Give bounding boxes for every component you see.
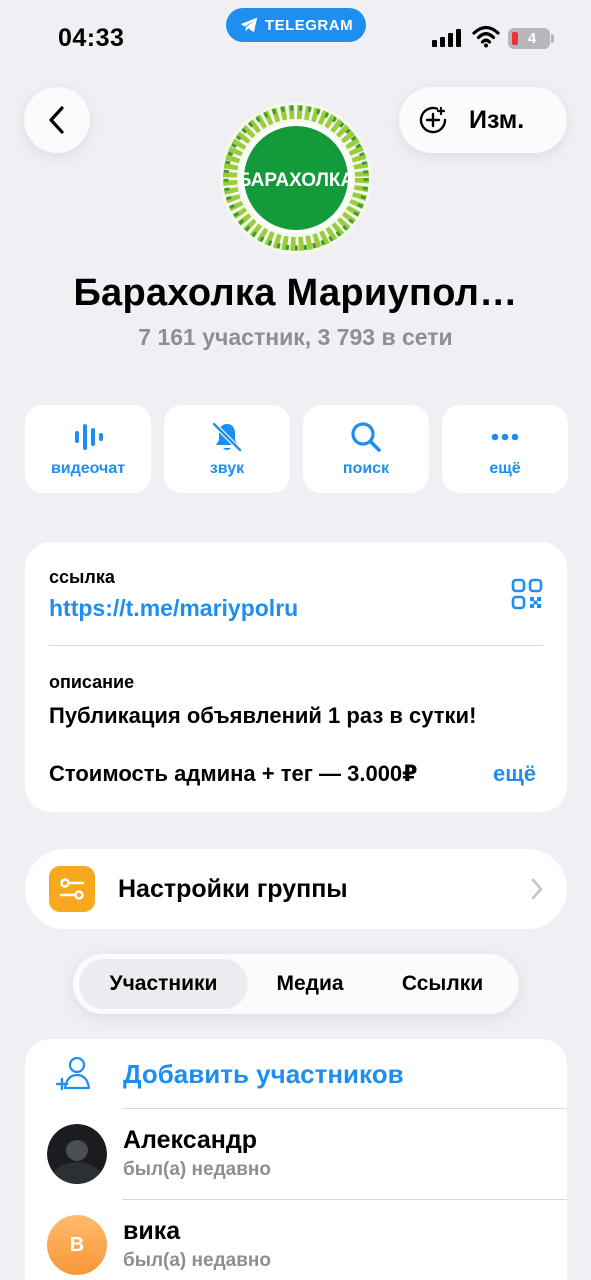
battery-indicator: 4	[508, 28, 550, 49]
description-more-link[interactable]: ещё	[493, 761, 536, 787]
group-avatar-text: БАРАХОЛКА	[238, 170, 355, 191]
search-icon	[351, 422, 381, 452]
more-dots-icon	[491, 433, 519, 441]
profile-tabs: Участники Медиа Ссылки	[73, 954, 519, 1014]
back-button[interactable]	[24, 87, 90, 153]
settings-icon-tile	[49, 866, 95, 912]
group-subtitle: 7 161 участник, 3 793 в сети	[138, 324, 453, 350]
link-label: ссылка	[49, 567, 115, 587]
description-label: описание	[49, 672, 135, 692]
member-status: был(а) недавно	[123, 1159, 271, 1180]
members-card: Добавить участников Александр был(а) нед…	[25, 1039, 567, 1280]
group-settings-row[interactable]: Настройки группы	[25, 849, 567, 929]
circle-plus-icon[interactable]	[417, 104, 449, 136]
bell-slash-icon	[212, 422, 242, 452]
edit-label: Изм.	[469, 105, 525, 134]
cellular-signal-icon	[432, 29, 461, 47]
videochat-button[interactable]: видеочат	[25, 405, 151, 493]
telegram-pill-label: TELEGRAM	[264, 16, 354, 34]
description-line-1: Публикация объявлений 1 раз в сутки!	[49, 703, 477, 728]
member-row[interactable]: Александр был(а) недавно	[25, 1109, 567, 1199]
more-button[interactable]: ещё	[442, 405, 568, 493]
member-name: вика	[123, 1217, 181, 1245]
member-status: был(а) недавно	[123, 1250, 271, 1271]
add-members-row[interactable]: Добавить участников	[25, 1039, 567, 1108]
member-row[interactable]: В вика был(а) недавно	[25, 1200, 567, 1280]
member-name: Александр	[123, 1126, 258, 1154]
add-person-icon	[55, 1056, 91, 1091]
battery-level: 4	[527, 30, 537, 47]
search-button[interactable]: поиск	[303, 405, 429, 493]
group-settings-label: Настройки группы	[118, 874, 348, 903]
edit-button[interactable]: Изм.	[399, 87, 567, 153]
qr-code-icon[interactable]	[511, 578, 543, 610]
toggles-icon	[59, 878, 85, 900]
member-avatar	[47, 1124, 107, 1184]
tab-links[interactable]: Ссылки	[372, 959, 513, 1009]
sound-button[interactable]: звук	[164, 405, 290, 493]
tab-media[interactable]: Медиа	[248, 959, 372, 1009]
wifi-icon	[472, 25, 500, 48]
telegram-icon	[240, 17, 258, 33]
member-avatar-initial: В	[47, 1215, 107, 1275]
info-card: ссылка https://t.me/mariypolru описание …	[25, 542, 567, 812]
tab-members[interactable]: Участники	[79, 959, 248, 1009]
telegram-status-pill[interactable]: TELEGRAM	[226, 8, 366, 42]
sound-label: звук	[209, 460, 245, 477]
info-divider	[49, 645, 543, 646]
chevron-right-icon	[531, 878, 543, 900]
group-link[interactable]: https://t.me/mariypolru	[49, 595, 298, 622]
more-label: ещё	[489, 460, 521, 477]
videochat-label: видеочат	[50, 460, 126, 477]
description-line-2: Стоимость админа + тег — 3.000₽	[49, 761, 418, 786]
battery-cap	[551, 34, 554, 43]
group-avatar[interactable]: БАРАХОЛКА	[220, 102, 372, 254]
status-time: 04:33	[58, 24, 125, 52]
action-row: видеочат звук поиск ещё	[25, 405, 568, 493]
search-label: поиск	[342, 460, 390, 477]
waveform-icon	[75, 424, 103, 450]
add-members-label: Добавить участников	[123, 1059, 404, 1089]
chevron-left-icon	[49, 106, 64, 134]
group-title: Барахолка Мариупол…	[73, 272, 518, 314]
